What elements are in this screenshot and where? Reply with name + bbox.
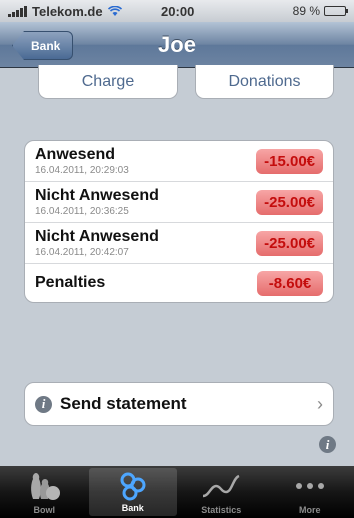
tab-label: More [298, 505, 321, 515]
charge-button[interactable]: Charge [38, 65, 178, 99]
carrier-name: Telekom.de [32, 3, 103, 19]
entry-date: 16.04.2011, 20:29:03 [35, 165, 129, 176]
send-statement-label: Send statement [60, 394, 187, 413]
tab-label: Bank [121, 503, 144, 513]
amount-badge: -25.00€ [256, 230, 323, 256]
graph-icon [203, 474, 240, 497]
tab-label: Bowl [33, 505, 56, 515]
status-left: Telekom.de [8, 4, 122, 19]
penalties-amount-badge: -8.60€ [257, 270, 323, 296]
coins-icon [120, 472, 146, 500]
tab-bowl[interactable]: Bowl [0, 466, 89, 518]
entry-name: Nicht Anwesend [35, 187, 159, 204]
tab-more[interactable]: More [266, 466, 354, 518]
donations-button[interactable]: Donations [195, 65, 334, 99]
list-item[interactable]: Nicht Anwesend 16.04.2011, 20:36:25 -25.… [25, 182, 333, 223]
status-time: 20:00 [161, 3, 195, 19]
tab-bank[interactable]: Bank [88, 468, 177, 516]
more-icon [295, 482, 324, 489]
entry-date: 16.04.2011, 20:42:07 [35, 247, 129, 258]
list-item[interactable]: Nicht Anwesend 16.04.2011, 20:42:07 -25.… [25, 223, 333, 264]
entry-date: 16.04.2011, 20:36:25 [35, 206, 129, 217]
battery-icon [324, 6, 348, 16]
content-area: Charge Donations Anwesend 16.04.2011, 20… [0, 65, 354, 466]
tab-label: Statistics [201, 505, 242, 515]
amount-badge: -25.00€ [256, 189, 323, 215]
signal-icon [8, 5, 27, 17]
back-button[interactable]: Bank [12, 31, 74, 60]
info-icon[interactable]: i [319, 436, 336, 453]
amount-badge: -15.00€ [256, 148, 323, 174]
tab-bar: Bowl Bank Statistics More [0, 466, 354, 518]
page-title: Joe [158, 31, 196, 57]
navigation-bar: Bank Joe [0, 22, 354, 68]
entry-name: Nicht Anwesend [35, 228, 159, 245]
tab-statistics[interactable]: Statistics [177, 466, 266, 518]
penalties-row[interactable]: Penalties -8.60€ [25, 264, 333, 302]
list-item[interactable]: Anwesend 16.04.2011, 20:29:03 -15.00€ [25, 141, 333, 182]
chevron-right-icon: › [317, 393, 323, 414]
entry-name: Anwesend [35, 146, 116, 163]
battery-percent: 89 % [292, 4, 320, 18]
transactions-list: Anwesend 16.04.2011, 20:29:03 -15.00€ Ni… [24, 140, 334, 303]
send-statement-button[interactable]: i Send statement › [24, 382, 334, 426]
wifi-icon [107, 5, 122, 16]
status-right: 89 % [234, 4, 348, 18]
penalties-label: Penalties [35, 274, 106, 291]
bowling-icon [31, 472, 61, 500]
status-bar: Telekom.de 20:00 89 % [0, 0, 354, 22]
info-icon: i [35, 395, 52, 413]
